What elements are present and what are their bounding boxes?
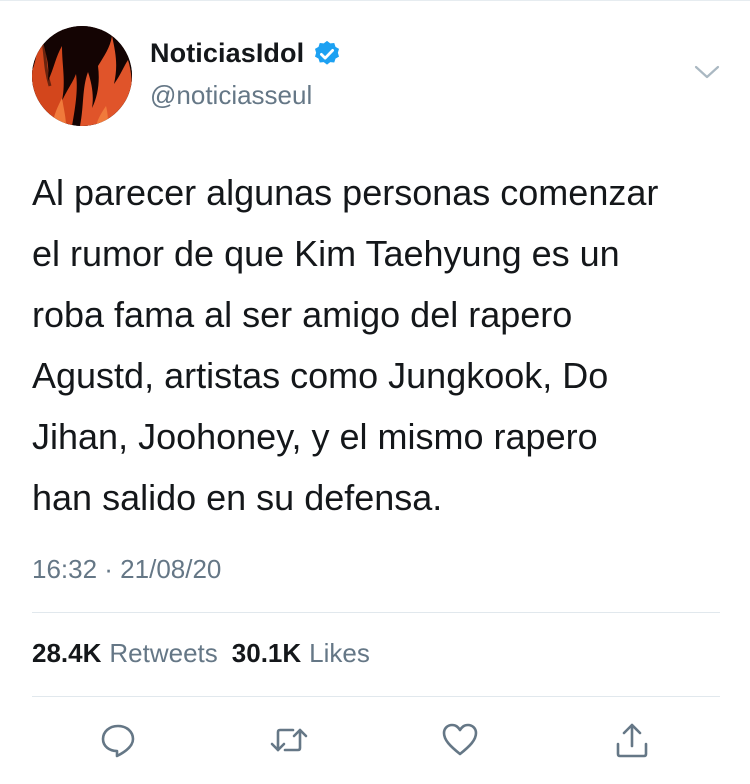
reply-icon[interactable] xyxy=(98,720,138,760)
retweets-label: Retweets xyxy=(109,638,218,668)
avatar[interactable] xyxy=(32,26,132,126)
action-bar xyxy=(0,712,750,768)
name-row: NoticiasIdol xyxy=(150,38,342,69)
tweet-timestamp[interactable]: 16:32 · 21/08/20 xyxy=(32,554,221,585)
chevron-down-icon[interactable] xyxy=(693,62,721,82)
verified-badge-icon xyxy=(312,39,342,69)
tweet-text: Al parecer algunas personas comenzar el … xyxy=(32,172,659,518)
flame-avatar-icon xyxy=(32,26,132,126)
divider xyxy=(32,696,720,697)
display-name[interactable]: NoticiasIdol xyxy=(150,38,304,69)
likes-count: 30.1K xyxy=(231,638,302,668)
like-icon[interactable] xyxy=(440,720,480,760)
divider xyxy=(32,612,720,613)
tweet-header: NoticiasIdol @noticiasseul xyxy=(0,0,750,140)
retweets-count: 28.4K xyxy=(32,638,102,668)
likes-stat[interactable]: 30.1K Likes xyxy=(232,638,370,669)
retweets-stat[interactable]: 28.4K Retweets xyxy=(32,638,218,669)
retweet-icon[interactable] xyxy=(269,720,309,760)
share-icon[interactable] xyxy=(612,720,652,760)
engagement-stats: 28.4K Retweets 30.1K Likes xyxy=(32,638,384,669)
handle[interactable]: @noticiasseul xyxy=(150,80,312,111)
likes-label: Likes xyxy=(309,638,370,668)
